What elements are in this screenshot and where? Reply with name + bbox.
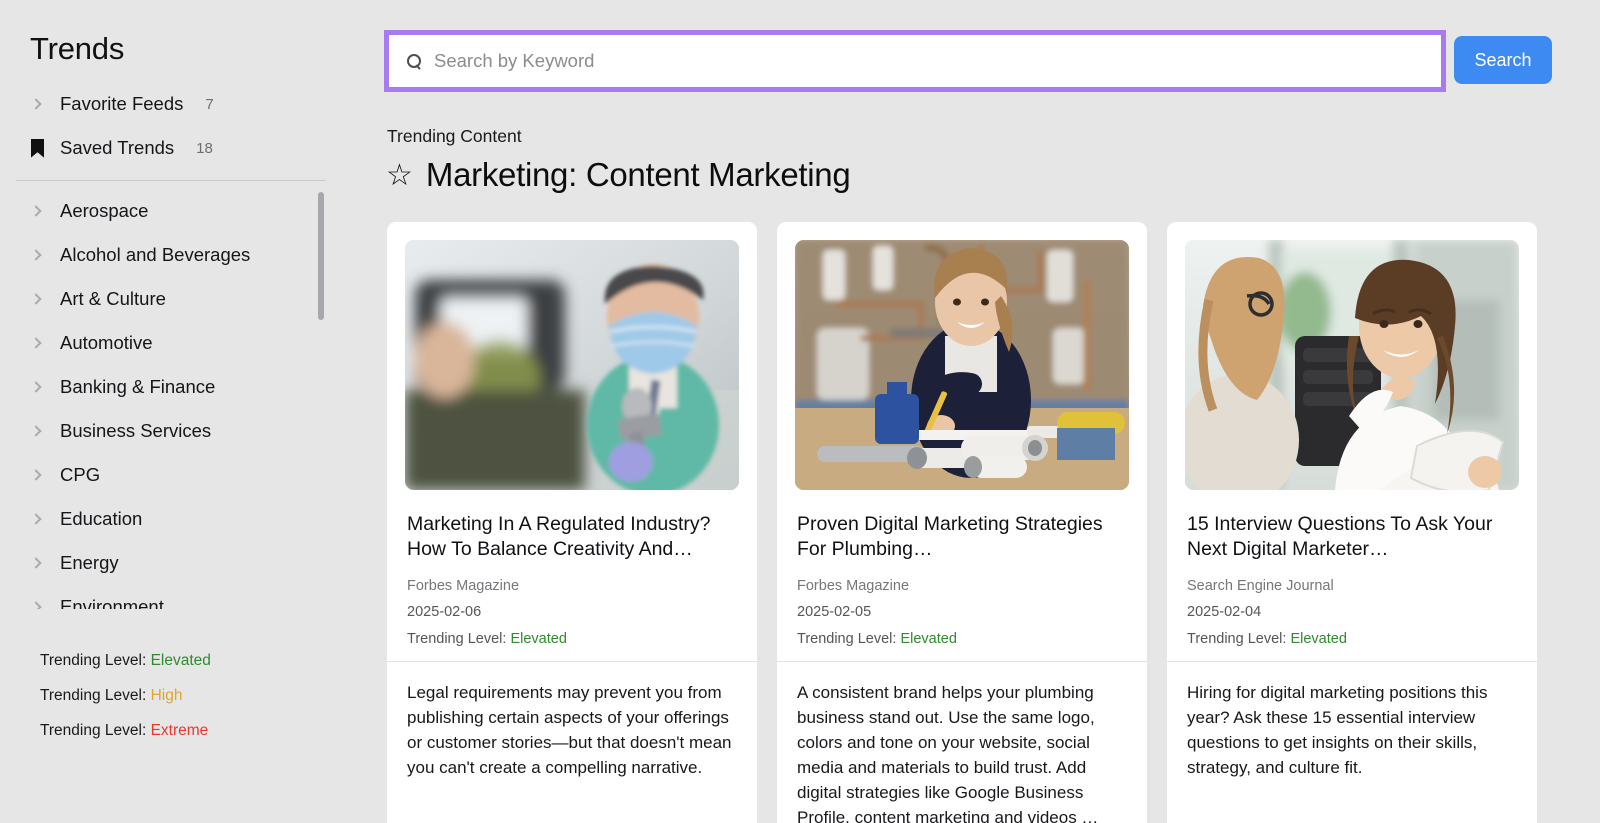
sidebar: Trends Favorite Feeds 7 Saved Trends 18 … xyxy=(0,0,382,823)
card-thumbnail-job-interview xyxy=(1185,240,1519,490)
sidebar-item-label: Saved Trends xyxy=(60,137,175,159)
card-header: Proven Digital Marketing Strategies For … xyxy=(777,490,1147,661)
trending-card[interactable]: Marketing In A Regulated Industry? How T… xyxy=(387,222,757,823)
sidebar-category-list: Aerospace Alcohol and Beverages Art & Cu… xyxy=(0,189,382,610)
sidebar-item-count: 7 xyxy=(205,95,214,113)
trending-content-cards: Marketing In A Regulated Industry? How T… xyxy=(387,222,1537,823)
legend-prefix: Trending Level: xyxy=(40,722,147,739)
card-title: Proven Digital Marketing Strategies For … xyxy=(797,513,1103,560)
chevron-right-icon xyxy=(30,337,60,349)
star-outline-icon[interactable]: ☆ xyxy=(386,161,413,191)
legend-prefix: Trending Level: xyxy=(40,652,147,669)
card-header: 15 Interview Questions To Ask Your Next … xyxy=(1167,490,1537,661)
card-header: Marketing In A Regulated Industry? How T… xyxy=(387,490,757,661)
card-thumbnail-plumber-apprentice xyxy=(795,240,1129,490)
sidebar-item-label: Business Services xyxy=(60,420,212,442)
sidebar-item-label: Art & Culture xyxy=(60,288,166,310)
sidebar-item-label: Energy xyxy=(60,552,119,574)
legend-value: Extreme xyxy=(150,722,209,739)
trending-card[interactable]: Proven Digital Marketing Strategies For … xyxy=(777,222,1147,823)
card-date: 2025-02-04 xyxy=(1187,604,1262,620)
sidebar-item-label: Environment xyxy=(60,596,164,610)
card-body: Hiring for digital marketing positions t… xyxy=(1187,683,1488,777)
chevron-right-icon xyxy=(30,601,60,610)
search-bar: Search xyxy=(384,30,1600,92)
sidebar-item-cpg[interactable]: CPG xyxy=(16,453,366,497)
card-level-value: Elevated xyxy=(900,631,957,647)
legend-item-elevated: Trending Level: Elevated xyxy=(40,643,211,678)
search-button[interactable]: Search xyxy=(1454,36,1552,84)
card-trending-level: Trending Level: Elevated xyxy=(797,631,1127,647)
search-input[interactable] xyxy=(434,44,1394,78)
card-level-value: Elevated xyxy=(510,631,567,647)
search-icon xyxy=(407,53,422,69)
card-date: 2025-02-06 xyxy=(407,604,482,620)
chevron-right-icon xyxy=(30,557,60,569)
chevron-right-icon xyxy=(30,293,60,305)
sidebar-item-label: Education xyxy=(60,508,143,530)
sidebar-item-art-and-culture[interactable]: Art & Culture xyxy=(16,277,366,321)
page-title: Marketing: Content Marketing xyxy=(425,156,851,193)
card-thumbnail-masked-reporter xyxy=(405,240,739,490)
chevron-right-icon xyxy=(30,513,60,525)
card-level-prefix: Trending Level: xyxy=(407,631,507,647)
chevron-right-icon xyxy=(30,205,60,217)
legend-value: High xyxy=(150,687,183,704)
sidebar-item-label: Favorite Feeds xyxy=(60,93,184,115)
card-level-prefix: Trending Level: xyxy=(1187,631,1287,647)
sidebar-item-business-services[interactable]: Business Services xyxy=(16,409,366,453)
card-trending-level: Trending Level: Elevated xyxy=(407,631,737,647)
card-title: Marketing In A Regulated Industry? How T… xyxy=(407,513,711,560)
sidebar-item-alcohol-and-beverages[interactable]: Alcohol and Beverages xyxy=(16,233,366,277)
sidebar-item-label: Banking & Finance xyxy=(60,376,216,398)
sidebar-item-environment[interactable]: Environment xyxy=(16,585,366,610)
sidebar-scrollbar-thumb[interactable] xyxy=(318,192,324,320)
sidebar-item-automotive[interactable]: Automotive xyxy=(16,321,366,365)
sidebar-title: Trends xyxy=(30,31,125,66)
legend-prefix: Trending Level: xyxy=(40,687,147,704)
page-title-row: ☆ Marketing: Content Marketing xyxy=(386,156,851,194)
card-thumbnail-wrap xyxy=(387,222,757,490)
trending-card[interactable]: 15 Interview Questions To Ask Your Next … xyxy=(1167,222,1537,823)
bookmark-icon xyxy=(30,138,60,158)
trending-level-legend: Trending Level: Elevated Trending Level:… xyxy=(40,643,211,748)
chevron-right-icon xyxy=(30,249,60,261)
chevron-right-icon xyxy=(30,381,60,393)
search-field-highlight[interactable] xyxy=(384,30,1446,92)
card-source: Forbes Magazine xyxy=(797,578,910,594)
sidebar-item-label: Alcohol and Beverages xyxy=(60,244,251,266)
card-source: Forbes Magazine xyxy=(407,578,520,594)
sidebar-item-label: Aerospace xyxy=(60,200,149,222)
sidebar-item-education[interactable]: Education xyxy=(16,497,366,541)
card-source: Search Engine Journal xyxy=(1187,578,1334,594)
sidebar-item-banking-and-finance[interactable]: Banking & Finance xyxy=(16,365,366,409)
section-eyebrow: Trending Content xyxy=(387,126,522,146)
sidebar-divider xyxy=(16,180,326,182)
sidebar-item-saved-trends[interactable]: Saved Trends 18 xyxy=(16,126,366,170)
legend-item-extreme: Trending Level: Extreme xyxy=(40,713,211,748)
legend-item-high: Trending Level: High xyxy=(40,678,211,713)
card-level-prefix: Trending Level: xyxy=(797,631,897,647)
card-body: Legal requirements may prevent you from … xyxy=(407,683,732,777)
card-date: 2025-02-05 xyxy=(797,604,872,620)
main-content: Search Trending Content ☆ Marketing: Con… xyxy=(382,0,1600,823)
chevron-right-icon xyxy=(30,98,60,110)
sidebar-item-count: 18 xyxy=(196,139,213,157)
card-thumbnail-wrap xyxy=(1167,222,1537,490)
sidebar-item-label: Automotive xyxy=(60,332,153,354)
sidebar-item-aerospace[interactable]: Aerospace xyxy=(16,189,366,233)
sidebar-top-section: Favorite Feeds 7 Saved Trends 18 xyxy=(0,82,382,170)
legend-value: Elevated xyxy=(150,652,211,669)
trends-app: Trends Favorite Feeds 7 Saved Trends 18 … xyxy=(0,0,1600,823)
card-trending-level: Trending Level: Elevated xyxy=(1187,631,1517,647)
sidebar-item-favorite-feeds[interactable]: Favorite Feeds 7 xyxy=(16,82,366,126)
card-level-value: Elevated xyxy=(1290,631,1347,647)
sidebar-item-energy[interactable]: Energy xyxy=(16,541,366,585)
card-body: A consistent brand helps your plumbing b… xyxy=(797,683,1099,823)
chevron-right-icon xyxy=(30,469,60,481)
chevron-right-icon xyxy=(30,425,60,437)
card-title: 15 Interview Questions To Ask Your Next … xyxy=(1187,513,1493,560)
card-thumbnail-wrap xyxy=(777,222,1147,490)
sidebar-item-label: CPG xyxy=(60,464,101,486)
